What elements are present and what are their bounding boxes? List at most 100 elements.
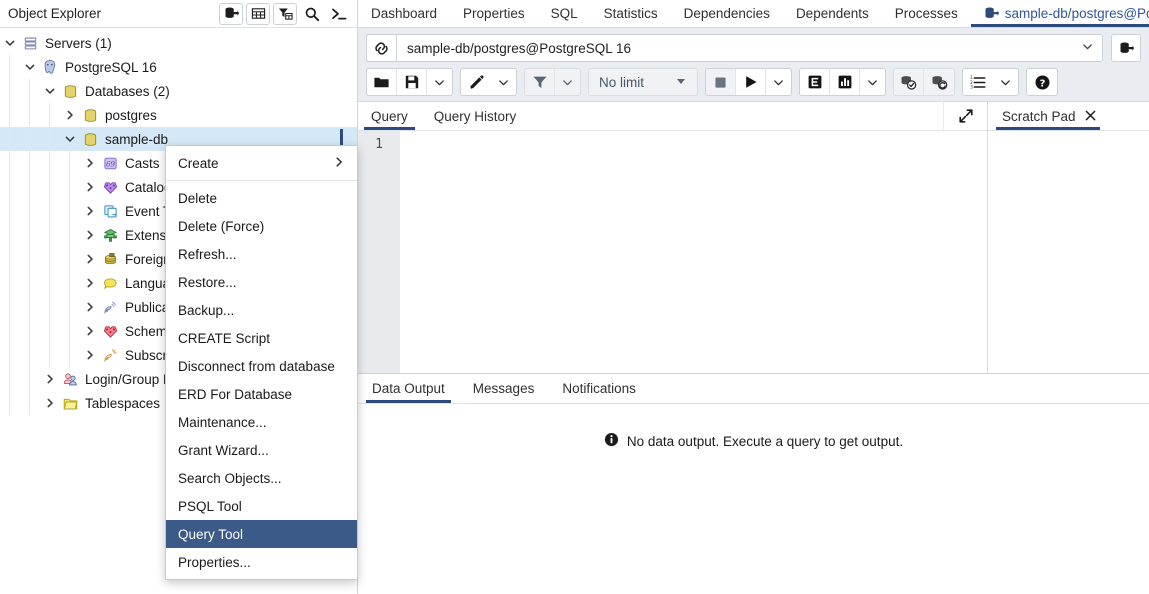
open-file-button[interactable]: [367, 69, 397, 95]
explain-icon[interactable]: [800, 69, 830, 95]
macros-dropdown[interactable]: [993, 69, 1018, 95]
help-icon[interactable]: ?: [1027, 69, 1057, 95]
query-toolbar-buttons: No limit 1 2 3 ?: [366, 68, 1141, 96]
output-pane: Data Output Messages Notifications No data…: [358, 373, 1149, 594]
context-menu-item-disconnect-from-database[interactable]: Disconnect from database: [166, 352, 357, 380]
tab-messages[interactable]: Messages: [459, 374, 549, 403]
tab-dependents[interactable]: Dependents: [783, 0, 882, 27]
chevron-right-icon[interactable]: [80, 151, 100, 175]
query-tool-icon: [984, 6, 999, 21]
commit-icon[interactable]: [894, 69, 924, 95]
context-menu-item-refresh[interactable]: Refresh...: [166, 240, 357, 268]
tree-indent-guides: [0, 127, 60, 151]
tab-sample-db-postgres-pos[interactable]: sample-db/postgres@Pos: [970, 0, 1149, 27]
tree-item-databases-2[interactable]: Databases (2): [0, 79, 357, 103]
chevron-right-icon[interactable]: [80, 199, 100, 223]
tab-dependencies[interactable]: Dependencies: [671, 0, 783, 27]
filter-table-icon[interactable]: [273, 2, 297, 25]
row-limit-select[interactable]: No limit: [589, 69, 697, 95]
context-menu-item-erd-for-database[interactable]: ERD For Database: [166, 380, 357, 408]
context-menu[interactable]: Create Delete Delete (Force) Refresh... Rest…: [165, 145, 358, 580]
connection-select[interactable]: sample-db/postgres@PostgreSQL 16: [396, 34, 1103, 62]
chevron-right-icon[interactable]: [80, 175, 100, 199]
chevron-right-icon[interactable]: [80, 295, 100, 319]
table-icon[interactable]: [246, 2, 270, 25]
context-menu-item-psql-tool[interactable]: PSQL Tool: [166, 492, 357, 520]
context-menu-item-delete-force[interactable]: Delete (Force): [166, 212, 357, 240]
filter-button[interactable]: [525, 69, 555, 95]
tab-processes[interactable]: Processes: [882, 0, 971, 27]
search-icon[interactable]: [300, 2, 324, 25]
explain-analyze-icon[interactable]: [830, 69, 860, 95]
terminal-icon[interactable]: [327, 2, 351, 25]
tab-scratch-pad[interactable]: Scratch Pad: [988, 102, 1108, 130]
tab-notifications[interactable]: Notifications: [548, 374, 650, 403]
save-file-button[interactable]: [397, 69, 427, 95]
context-menu-item-label: Maintenance...: [178, 414, 267, 430]
tab-statistics[interactable]: Statistics: [591, 0, 671, 27]
context-menu-item-properties[interactable]: Properties...: [166, 548, 357, 576]
tree-item-postgresql-16[interactable]: PostgreSQL 16: [0, 55, 357, 79]
edit-button[interactable]: [461, 69, 491, 95]
execute-dropdown[interactable]: [766, 69, 791, 95]
chevron-right-icon[interactable]: [40, 391, 60, 415]
chevron-down-icon[interactable]: [20, 55, 40, 79]
list-icon[interactable]: 1 2 3: [963, 69, 993, 95]
context-menu-item-delete[interactable]: Delete: [166, 184, 357, 212]
tree-indent-guides: [0, 391, 40, 415]
execute-button[interactable]: [736, 69, 766, 95]
close-icon[interactable]: [1085, 109, 1096, 123]
add-server-icon[interactable]: [219, 2, 243, 25]
tab-dashboard[interactable]: Dashboard: [358, 0, 450, 27]
tree-item-servers-1[interactable]: Servers (1): [0, 31, 357, 55]
chevron-down-icon[interactable]: [40, 79, 60, 103]
chevron-right-icon[interactable]: [80, 271, 100, 295]
explain-options-dropdown[interactable]: [860, 69, 885, 95]
chevron-right-icon[interactable]: [80, 223, 100, 247]
context-menu-item-backup[interactable]: Backup...: [166, 296, 357, 324]
chevron-right-icon[interactable]: [40, 367, 60, 391]
connection-icon[interactable]: [366, 34, 396, 62]
tab-query-history[interactable]: Query History: [421, 102, 530, 130]
context-menu-item-maintenance[interactable]: Maintenance...: [166, 408, 357, 436]
chevron-down-icon[interactable]: [60, 127, 80, 151]
chevron-down-icon[interactable]: [0, 31, 20, 55]
tab-properties[interactable]: Properties: [450, 0, 538, 27]
context-menu-item-grant-wizard[interactable]: Grant Wizard...: [166, 436, 357, 464]
chevron-right-icon[interactable]: [80, 343, 100, 367]
code-text-area[interactable]: [400, 131, 987, 373]
editor-column: Query Query History 1: [358, 102, 988, 373]
context-menu-item-label: Search Objects...: [178, 470, 282, 486]
output-tab-bar[interactable]: Data Output Messages Notifications: [358, 374, 1149, 404]
chevron-right-icon[interactable]: [80, 247, 100, 271]
scratch-pad-text-area[interactable]: [988, 131, 1149, 373]
chevron-right-icon[interactable]: [80, 319, 100, 343]
context-menu-item-restore[interactable]: Restore...: [166, 268, 357, 296]
filter-dropdown[interactable]: [555, 69, 580, 95]
edit-dropdown[interactable]: [491, 69, 516, 95]
tab-data-output[interactable]: Data Output: [358, 374, 459, 403]
stop-button[interactable]: [706, 69, 736, 95]
tree-item-postgres[interactable]: postgres: [0, 103, 357, 127]
main-tab-bar[interactable]: Dashboard Properties SQL Statistics Dependen…: [358, 0, 1149, 28]
tab-sql[interactable]: SQL: [538, 0, 591, 27]
context-menu-item-search-objects[interactable]: Search Objects...: [166, 464, 357, 492]
context-menu-item-query-tool[interactable]: Query Tool: [166, 520, 357, 548]
manage-connections-icon[interactable]: [1111, 34, 1141, 62]
tab-label: Dependents: [795, 6, 869, 21]
context-menu-item-create[interactable]: Create: [166, 149, 357, 177]
rollback-icon[interactable]: [924, 69, 954, 95]
tab-label: Query: [371, 108, 408, 124]
context-menu-item-create-script[interactable]: CREATE Script: [166, 324, 357, 352]
tab-label: Data Output: [372, 381, 445, 396]
code-editor[interactable]: 1: [358, 131, 987, 373]
tab-label: sample-db/postgres@Pos: [1004, 6, 1149, 21]
save-file-dropdown[interactable]: [427, 69, 452, 95]
tab-query[interactable]: Query: [358, 102, 421, 130]
context-menu-separator: [166, 180, 357, 181]
chevron-right-icon[interactable]: [60, 103, 80, 127]
svg-text:?: ?: [1039, 78, 1045, 89]
query-tab-bar[interactable]: Query Query History: [358, 102, 987, 131]
info-icon: [604, 432, 619, 450]
expand-icon[interactable]: [943, 102, 987, 130]
